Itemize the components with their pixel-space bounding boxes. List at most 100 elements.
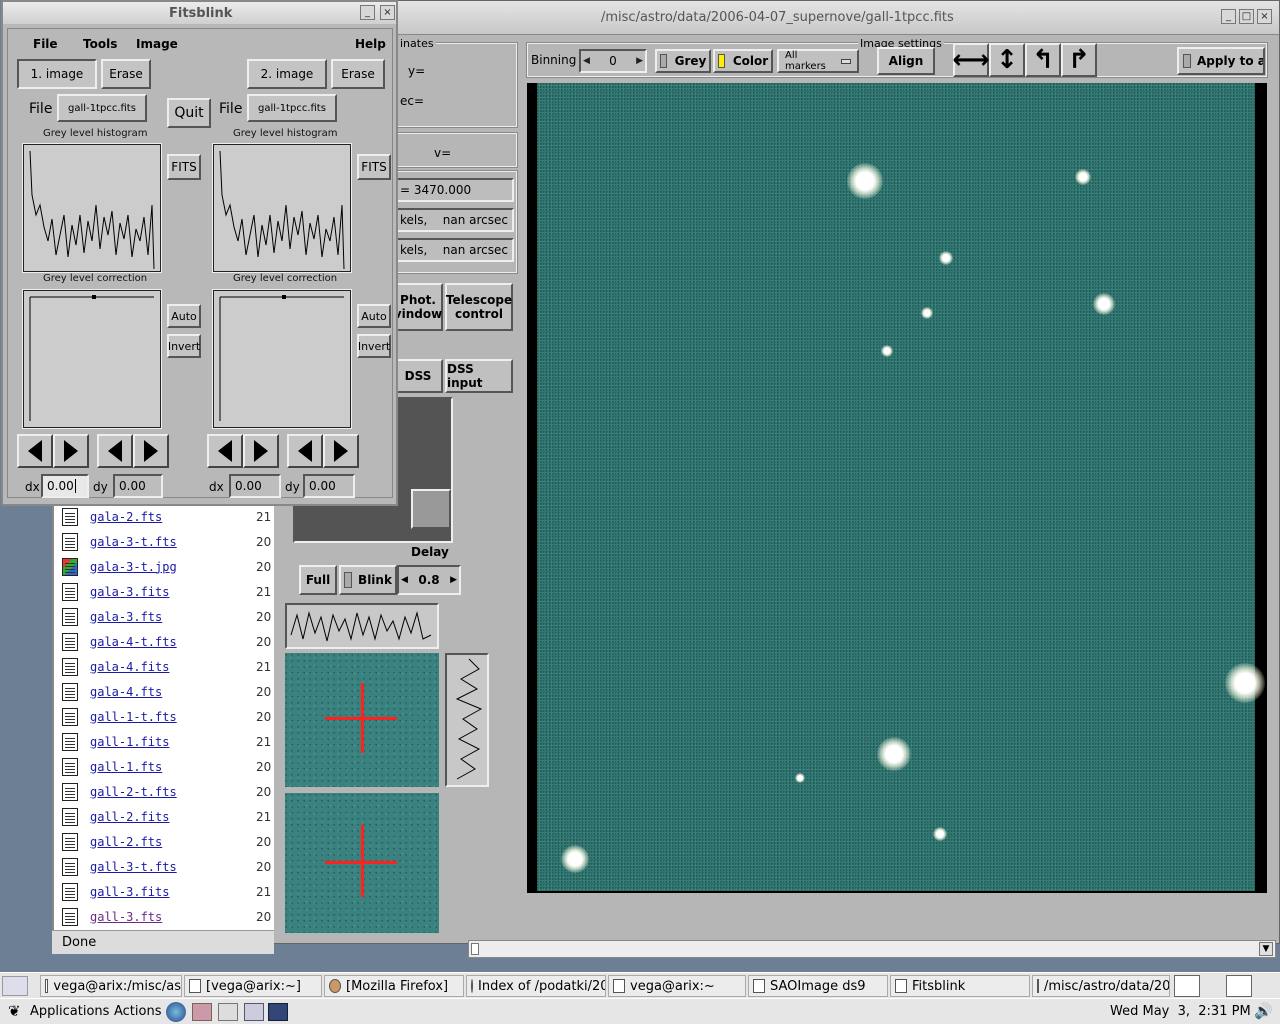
fitsblink-titlebar[interactable]: Fitsblink _ × [3, 2, 396, 24]
dy2-input[interactable]: 0.00 [303, 474, 355, 498]
task-terminal-1[interactable]: vega@arix:/misc/as [40, 975, 182, 997]
shift2-right-button[interactable] [243, 434, 279, 468]
correction-plot-1[interactable] [22, 289, 162, 429]
dx1-input[interactable]: 0.00 [41, 474, 89, 498]
editor-launcher-icon[interactable] [218, 1003, 238, 1021]
shift2-down-button[interactable] [323, 434, 359, 468]
quit-button[interactable]: Quit [167, 98, 211, 128]
menu-help[interactable]: Help [355, 37, 386, 51]
image1-button[interactable]: 1. image [17, 59, 97, 89]
invert1-button[interactable]: Invert [167, 334, 201, 358]
mail-launcher-icon[interactable] [192, 1003, 212, 1021]
dx2-input[interactable]: 0.00 [229, 474, 281, 498]
list-item[interactable]: gall-3-t.fts 20 [62, 854, 272, 879]
correction-plot-2[interactable] [212, 289, 352, 429]
align-button[interactable]: Align [877, 47, 935, 75]
list-item[interactable]: gall-1-t.fts 20 [62, 704, 272, 729]
binning-spinner[interactable]: ◀ 0 ▶ [579, 49, 647, 73]
minimize-icon[interactable]: _ [360, 5, 375, 20]
image2-button[interactable]: 2. image [247, 59, 327, 89]
show-desktop-icon[interactable] [2, 976, 28, 996]
list-item[interactable]: gala-3-t.fts 20 [62, 529, 272, 554]
blink-toggle[interactable]: Blink [339, 565, 397, 595]
erase2-button[interactable]: Erase [331, 59, 385, 89]
list-item[interactable]: gala-3.fits 21 [62, 579, 272, 604]
maximize-icon[interactable]: □ [1239, 9, 1254, 24]
fits2-button[interactable]: FITS [357, 154, 391, 180]
list-item[interactable]: gala-4-t.fts 20 [62, 629, 272, 654]
full-button[interactable]: Full [299, 565, 337, 595]
flip-vertical-icon[interactable]: ↕ [989, 43, 1025, 77]
auto2-button[interactable]: Auto [357, 304, 391, 328]
volume-icon[interactable]: 🔊 [1254, 1002, 1273, 1020]
delay-increase-icon[interactable]: ▶ [450, 575, 457, 585]
apply-to-all-toggle[interactable]: Apply to al [1177, 47, 1265, 75]
browser-launcher-icon[interactable] [166, 1002, 186, 1022]
dss-input-button[interactable]: DSS input [445, 359, 513, 393]
astro-image[interactable] [537, 83, 1265, 891]
list-item[interactable]: gall-2.fts 20 [62, 829, 272, 854]
task-firefox-1[interactable]: [Mozilla Firefox] [324, 975, 464, 997]
gnome-foot-icon[interactable]: ❦ [8, 1002, 21, 1020]
rotate-left-icon[interactable]: ↰ [1025, 43, 1061, 77]
shift2-left-button[interactable] [207, 434, 243, 468]
horizontal-scrollbar[interactable]: ▼ [468, 940, 1276, 958]
auto1-button[interactable]: Auto [167, 304, 201, 328]
workspace-2[interactable] [1226, 975, 1252, 997]
file2-field[interactable]: gall-1tpcc.fits [247, 94, 337, 122]
list-item[interactable]: gala-4.fits 21 [62, 654, 272, 679]
task-terminal-3[interactable]: vega@arix:~ [608, 975, 746, 997]
close-icon[interactable]: × [380, 5, 395, 20]
workspace-1[interactable] [1174, 975, 1200, 997]
clock[interactable]: Wed May 3, 2:31 PM [1110, 1004, 1251, 1019]
zoom-image-1[interactable] [285, 653, 439, 787]
zoom-image-2[interactable] [285, 793, 439, 933]
list-item[interactable]: gala-4.fts 20 [62, 679, 272, 704]
invert2-button[interactable]: Invert [357, 334, 391, 358]
minimize-icon[interactable]: _ [1221, 9, 1236, 24]
applications-menu[interactable]: Applications [30, 1004, 109, 1019]
rotate-right-icon[interactable]: ↱ [1061, 43, 1097, 77]
shift-down-button[interactable] [133, 434, 169, 468]
list-item[interactable]: gall-1.fts 20 [62, 754, 272, 779]
menu-file[interactable]: File [33, 37, 58, 51]
delay-spinner[interactable]: ◀ 0.8 ▶ [397, 565, 461, 595]
files-launcher-icon[interactable] [244, 1003, 264, 1021]
shift-up-button[interactable] [97, 434, 133, 468]
scroll-down-icon[interactable]: ▼ [1259, 942, 1273, 956]
binning-decrease-icon[interactable]: ◀ [583, 56, 590, 66]
list-item[interactable]: gall-3.fits 21 [62, 879, 272, 904]
fits1-button[interactable]: FITS [167, 154, 201, 180]
actions-menu[interactable]: Actions [114, 1004, 162, 1019]
phot-window-button[interactable]: Phot. vindow [393, 283, 443, 331]
list-item[interactable]: gala-3-t.jpg 20 [62, 554, 272, 579]
blink-check[interactable] [344, 572, 353, 588]
list-item[interactable]: gall-2-t.fts 20 [62, 779, 272, 804]
color-toggle[interactable]: Color [713, 49, 773, 73]
task-fitsblink[interactable]: Fitsblink [890, 975, 1030, 997]
shift-left-button[interactable] [17, 434, 53, 468]
list-item[interactable]: gall-1.fits 21 [62, 729, 272, 754]
list-item[interactable]: gall-2.fits 21 [62, 804, 272, 829]
dss-button[interactable]: DSS [393, 359, 443, 393]
menu-image[interactable]: Image [136, 37, 178, 51]
dy1-input[interactable]: 0.00 [113, 474, 163, 498]
list-item[interactable]: gala-2.fts 21 [62, 504, 272, 529]
task-firefox-2[interactable]: Index of /podatki/20 [466, 975, 606, 997]
binning-increase-icon[interactable]: ▶ [636, 56, 643, 66]
terminal-launcher-icon[interactable] [268, 1003, 288, 1021]
delay-decrease-icon[interactable]: ◀ [401, 575, 408, 585]
image-window-titlebar[interactable]: /misc/astro/data/2006-04-07_supernove/ga… [273, 1, 1279, 35]
task-image-window[interactable]: /misc/astro/data/200 [1032, 975, 1170, 997]
close-icon[interactable]: × [1257, 9, 1272, 24]
grey-toggle[interactable]: Grey [655, 49, 711, 73]
task-ds9[interactable]: SAOImage ds9 [748, 975, 888, 997]
shift-right-button[interactable] [53, 434, 89, 468]
menu-tools[interactable]: Tools [83, 37, 117, 51]
erase1-button[interactable]: Erase [101, 59, 151, 89]
flip-horizontal-icon[interactable]: ⟷ [952, 43, 990, 77]
file1-field[interactable]: gall-1tpcc.fits [57, 94, 147, 122]
markers-dropdown[interactable]: All markers [777, 49, 859, 73]
list-item[interactable]: gall-3.fts 20 [62, 904, 272, 929]
shift2-up-button[interactable] [287, 434, 323, 468]
